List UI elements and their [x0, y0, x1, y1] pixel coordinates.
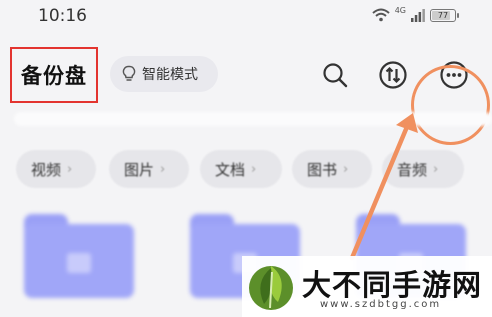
category-label: 音频 [397, 160, 428, 179]
search-icon [323, 63, 348, 88]
category-label: 图书 [307, 160, 338, 179]
app-header: 备份盘 智能模式 [0, 34, 492, 145]
category-label: 图片 [124, 160, 155, 179]
category-chip-documents[interactable]: 文档 › [200, 150, 282, 188]
chevron-right-icon: › [160, 161, 166, 177]
search-button[interactable] [318, 58, 352, 92]
category-row: 视频 › 图片 › 文档 › 图书 › 音频 › [16, 150, 492, 190]
search-bar[interactable] [14, 112, 492, 126]
smart-mode-label: 智能模式 [142, 67, 198, 83]
lightbulb-icon [122, 65, 136, 81]
folder-item[interactable] [24, 214, 134, 298]
page-title: 备份盘 [21, 64, 87, 88]
chevron-right-icon: › [343, 161, 349, 177]
category-chip-audio[interactable]: 音频 › [382, 150, 464, 188]
watermark-title: 大不同手游网 [302, 268, 483, 302]
status-bar: 10:16 4G 77 [0, 0, 492, 34]
status-time: 10:16 [38, 6, 87, 26]
watermark: 大不同手游网 www.szdbtgg.com [242, 256, 492, 317]
watermark-url: www.szdbtgg.com [320, 299, 442, 310]
category-label: 文档 [215, 160, 246, 179]
category-chip-images[interactable]: 图片 › [109, 150, 189, 188]
category-chip-books[interactable]: 图书 › [292, 150, 372, 188]
folder-icon [67, 252, 91, 273]
signal-icon [411, 8, 425, 22]
category-label: 视频 [31, 160, 62, 179]
signal-type-label: 4G [394, 5, 406, 15]
chevron-right-icon: › [251, 161, 257, 177]
wifi-icon [372, 8, 390, 22]
status-icons: 4G 77 [372, 5, 459, 22]
smart-mode-button[interactable]: 智能模式 [110, 56, 218, 92]
battery-icon: 77 [430, 8, 459, 22]
battery-level: 77 [437, 10, 449, 20]
transfer-button[interactable] [376, 58, 410, 92]
title-highlight-box: 备份盘 [10, 47, 98, 103]
chevron-right-icon: › [433, 161, 439, 177]
chevron-right-icon: › [67, 161, 73, 177]
leaf-logo-icon [249, 266, 293, 310]
transfer-icon [379, 61, 407, 89]
category-chip-video[interactable]: 视频 › [16, 150, 96, 188]
more-button-highlight-circle [411, 65, 490, 145]
